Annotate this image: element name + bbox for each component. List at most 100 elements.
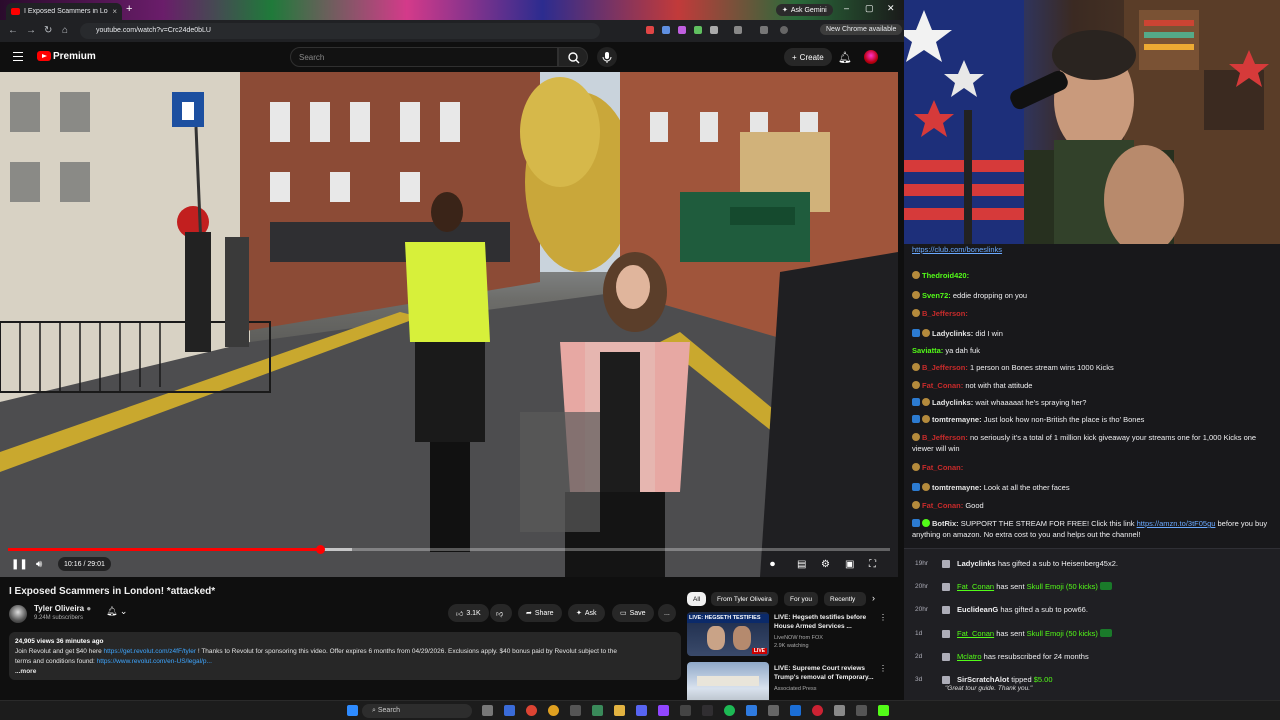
ask-gemini-button[interactable]: ✦ Ask Gemini — [776, 4, 833, 16]
chat-username[interactable]: B_Jefferson: — [922, 309, 968, 318]
youtube-logo-icon[interactable] — [37, 51, 51, 61]
close-window-icon[interactable]: ✕ — [887, 3, 895, 14]
extension-icon[interactable] — [646, 26, 654, 34]
new-chrome-available-button[interactable]: New Chrome available — [820, 24, 903, 35]
chip-for-you[interactable]: For you — [784, 592, 819, 606]
youtube-brand[interactable]: Premium — [53, 51, 96, 62]
more-actions-button[interactable]: ... — [658, 604, 676, 622]
home-icon[interactable]: ⌂ — [62, 25, 68, 36]
like-button[interactable]: 👍︎ 3.1K — [448, 604, 489, 622]
create-button[interactable]: + Create — [784, 48, 832, 66]
settings-gear-icon[interactable]: ⚙ — [821, 559, 830, 570]
description-link[interactable]: https://www.revolut.com/en-US/legal/p... — [97, 658, 212, 665]
extension-icon[interactable] — [678, 26, 686, 34]
new-tab-icon[interactable]: + — [126, 3, 132, 15]
app-icon[interactable] — [812, 705, 823, 716]
chrome-icon[interactable] — [526, 705, 537, 716]
app-icon[interactable] — [856, 705, 867, 716]
search-input[interactable]: Search — [290, 47, 558, 67]
fullscreen-icon[interactable]: ⛶ — [869, 559, 876, 570]
taskbar-search[interactable]: ⌕ Search — [362, 704, 472, 718]
app-icon[interactable] — [746, 705, 757, 716]
maximize-icon[interactable]: ▢ — [865, 3, 874, 14]
subtitles-icon[interactable]: ▤ — [797, 559, 806, 570]
chat-username[interactable]: Fat_Conan: — [922, 501, 965, 510]
forward-icon[interactable]: → — [26, 25, 36, 36]
chip-all[interactable]: All — [687, 592, 707, 606]
minimize-icon[interactable]: – — [844, 3, 849, 13]
tab-youtube[interactable]: I Exposed Scammers in Lo × — [6, 3, 122, 20]
video-player[interactable]: ❚❚ 🔊︎ 10:16 / 29:01 ⏺ ▤ ⚙ ▣ ⛶ — [0, 72, 898, 577]
show-more-link[interactable]: ...more — [15, 667, 675, 677]
profile-icon[interactable] — [780, 26, 788, 34]
save-button[interactable]: ▭ Save — [612, 604, 654, 622]
file-explorer-icon[interactable] — [614, 705, 625, 716]
video-progress-bar[interactable] — [8, 545, 890, 554]
description-link[interactable]: https://get.revolut.com/z4fF/tyler — [104, 648, 196, 655]
extension-icon[interactable] — [662, 26, 670, 34]
event-username[interactable]: Fat_Conan — [957, 582, 994, 591]
pause-icon[interactable]: ❚❚ — [11, 559, 28, 570]
chat-username[interactable]: Sven72: — [922, 291, 953, 300]
url-field[interactable]: youtube.com/watch?v=Crc24de0bLU — [80, 23, 600, 39]
app-icon[interactable] — [658, 705, 669, 716]
recommendation-title[interactable]: LIVE: Hegseth testifies before House Arm… — [774, 613, 874, 631]
hamburger-menu-icon[interactable] — [13, 52, 23, 61]
chip-recently[interactable]: Recently — [824, 592, 866, 606]
app-icon[interactable] — [790, 705, 801, 716]
app-icon[interactable] — [570, 705, 581, 716]
close-tab-icon[interactable]: × — [112, 7, 117, 16]
extension-icon[interactable] — [710, 26, 718, 34]
obs-icon[interactable] — [702, 705, 713, 716]
volume-icon[interactable]: 🔊︎ — [36, 559, 42, 570]
chat-pinned-link[interactable]: https://club.com/boneslinks — [912, 244, 1276, 255]
event-username[interactable]: EuclideanG — [957, 605, 998, 614]
kick-icon[interactable] — [878, 705, 889, 716]
chip-from-channel[interactable]: From Tyler Oliveira — [711, 592, 778, 606]
event-username[interactable]: SirScratchAlot — [957, 675, 1009, 684]
account-avatar[interactable] — [864, 50, 878, 64]
spotify-icon[interactable] — [724, 705, 735, 716]
share-button[interactable]: ➦ Share — [518, 604, 562, 622]
chrome-icon[interactable] — [548, 705, 559, 716]
voice-search-button[interactable] — [597, 47, 617, 67]
miniplayer-icon[interactable]: ▣ — [845, 559, 854, 570]
app-icon[interactable] — [504, 705, 515, 716]
chat-username[interactable]: B_Jefferson: — [922, 363, 970, 372]
chat-username[interactable]: BotRix: — [932, 519, 961, 528]
extension-icon[interactable] — [694, 26, 702, 34]
subscription-bell-icon[interactable]: 🔔︎ ⌄ — [106, 606, 127, 617]
app-icon[interactable] — [680, 705, 691, 716]
extensions-puzzle-icon[interactable] — [734, 26, 742, 34]
app-icon[interactable] — [834, 705, 845, 716]
chat-username[interactable]: Fat_Conan: — [922, 381, 965, 390]
recommendation-thumbnail[interactable]: LIVE: HEGSETH TESTIFIES LIVE — [687, 612, 769, 656]
more-vert-icon[interactable]: ⋮ — [879, 613, 887, 622]
chat-link[interactable]: https://amzn.to/3tF05gu — [1137, 519, 1216, 528]
back-icon[interactable]: ← — [8, 25, 18, 36]
chat-username[interactable]: Thedroid420: — [922, 271, 969, 280]
recommendation-thumbnail[interactable] — [687, 662, 769, 700]
autoplay-toggle-icon[interactable]: ⏺ — [770, 559, 775, 570]
search-button[interactable] — [558, 47, 588, 67]
app-icon[interactable] — [768, 705, 779, 716]
reload-icon[interactable]: ↻ — [44, 25, 52, 36]
chat-username[interactable]: tomtremayne: — [932, 483, 984, 492]
event-username[interactable]: Fat_Conan — [957, 629, 994, 638]
channel-avatar[interactable] — [9, 605, 27, 623]
chat-username[interactable]: Saviatta: — [912, 346, 945, 355]
chat-link[interactable]: https://club.com/boneslinks — [912, 245, 1002, 254]
event-username[interactable]: Ladyclinks — [957, 559, 996, 568]
chat-username[interactable]: Ladyclinks: — [932, 398, 975, 407]
chat-username[interactable]: B_Jefferson: — [922, 433, 970, 442]
app-icon[interactable] — [592, 705, 603, 716]
description-box[interactable]: 24,905 views 36 minutes ago Join Revolut… — [9, 632, 681, 680]
sidepanel-icon[interactable] — [760, 26, 768, 34]
chat-username[interactable]: Ladyclinks: — [932, 329, 975, 338]
recommendation-title[interactable]: LIVE: Supreme Court reviews Trump's remo… — [774, 664, 874, 682]
chat-username[interactable]: Fat_Conan: — [922, 463, 963, 472]
dislike-button[interactable]: 👎︎ — [490, 604, 512, 622]
windows-start-icon[interactable] — [347, 705, 358, 716]
ask-button[interactable]: ✦ Ask — [568, 604, 605, 622]
chat-username[interactable]: tomtremayne: — [932, 415, 984, 424]
